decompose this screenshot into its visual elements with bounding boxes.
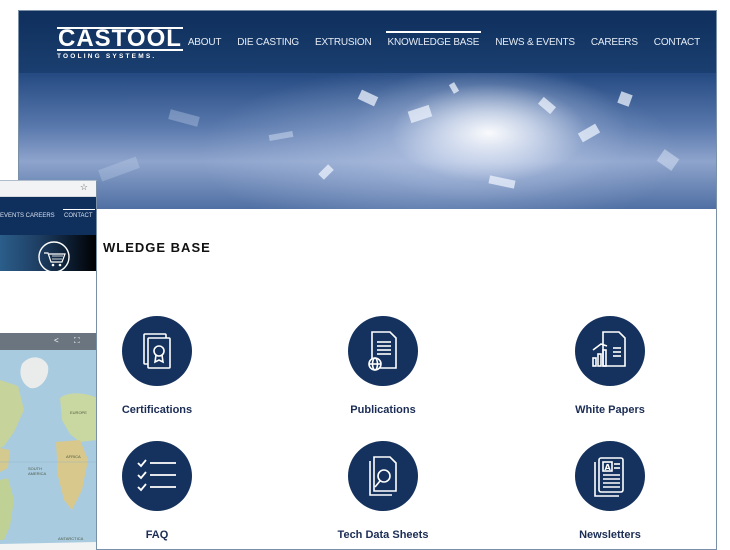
newsletter-icon: A (575, 441, 645, 511)
tile-faq[interactable]: FAQ (77, 441, 237, 541)
bg-site-nav: EVENTS CAREERS CONTACT (0, 197, 96, 235)
bg-window-titlebar: ☆ (0, 181, 96, 197)
world-map[interactable]: EUROPE AFRICA SOUTH AMERICA ANTARCTICA (0, 350, 96, 550)
tile-publications[interactable]: Publications (303, 316, 463, 416)
chart-document-icon (575, 316, 645, 386)
tile-label-newsletters: Newsletters (579, 529, 641, 541)
page-title: WLEDGE BASE (103, 240, 211, 255)
site-header: CASTOOL TOOLING SYSTEMS. ABOUT DIE CASTI… (19, 11, 716, 73)
tile-tech-data-sheets[interactable]: Tech Data Sheets (303, 441, 463, 541)
magnifier-document-icon (348, 441, 418, 511)
logo-wordmark: CASTOOL (57, 25, 183, 52)
tile-label-publications: Publications (350, 404, 416, 416)
main-browser-window: CASTOOL TOOLING SYSTEMS. ABOUT DIE CASTI… (18, 10, 717, 550)
hero-banner-image (19, 73, 716, 209)
nav-die-casting[interactable]: DIE CASTING (229, 37, 307, 48)
bg-nav-contact[interactable]: CONTACT (63, 209, 95, 219)
tile-white-papers[interactable]: White Papers (530, 316, 690, 416)
expand-icon[interactable]: ⛶ (74, 336, 80, 346)
bg-nav-partial[interactable]: EVENTS CAREERS (0, 213, 55, 219)
share-icon[interactable]: < (54, 336, 59, 345)
tile-label-certifications: Certifications (121, 404, 193, 416)
nav-about[interactable]: ABOUT (180, 37, 229, 48)
map-label-south-america: SOUTH AMERICA (28, 466, 47, 476)
logo-tagline: TOOLING SYSTEMS. (57, 53, 157, 60)
castool-logo[interactable]: CASTOOL TOOLING SYSTEMS. (57, 27, 183, 60)
map-label-europe: EUROPE (70, 410, 87, 415)
map-landmasses (0, 357, 96, 550)
nav-contact[interactable]: CONTACT (646, 37, 708, 48)
tile-label-tech-data-sheets: Tech Data Sheets (337, 529, 429, 541)
tile-label-white-papers: White Papers (575, 404, 645, 416)
map-label-antarctica: ANTARCTICA (58, 536, 84, 541)
bookmark-star-icon[interactable]: ☆ (80, 182, 88, 193)
tile-label-faq: FAQ (145, 529, 169, 541)
checklist-icon (122, 441, 192, 511)
tile-certifications[interactable]: Certifications (77, 316, 237, 416)
tile-newsletters[interactable]: A Newsletters (530, 441, 690, 541)
nav-careers[interactable]: CAREERS (583, 37, 646, 48)
nav-knowledge-base[interactable]: KNOWLEDGE BASE (380, 31, 488, 48)
map-label-africa: AFRICA (66, 454, 81, 459)
svg-text:A: A (605, 463, 612, 472)
publication-globe-icon (348, 316, 418, 386)
main-nav: ABOUT DIE CASTING EXTRUSION KNOWLEDGE BA… (180, 31, 708, 48)
nav-extrusion[interactable]: EXTRUSION (307, 37, 380, 48)
bg-map-toolbar: < ⛶ (0, 333, 96, 350)
bg-cart-icon (38, 241, 70, 273)
certificate-icon (122, 316, 192, 386)
nav-news-events[interactable]: NEWS & EVENTS (487, 37, 583, 48)
bg-hero-image (0, 235, 96, 273)
background-browser-window[interactable]: ☆ EVENTS CAREERS CONTACT < ⛶ EUROPE AFRI… (0, 180, 97, 550)
